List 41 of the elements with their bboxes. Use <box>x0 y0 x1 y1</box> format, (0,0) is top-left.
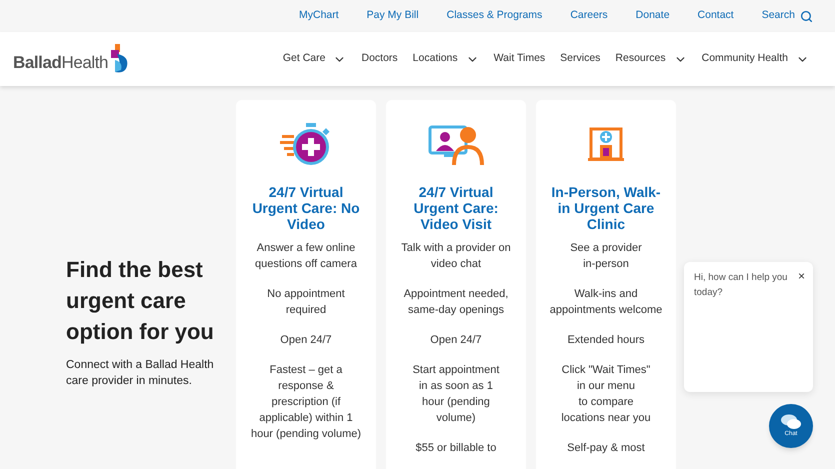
nav-menu-item[interactable]: Get Care <box>282 51 346 67</box>
chat-message: Hi, how can I help you today? <box>694 271 788 300</box>
card-title: In-Person, Walk- in Urgent Care Clinic <box>551 184 661 232</box>
card-detail-text: Open 24/7 <box>430 333 482 348</box>
ballad-health-logo[interactable]: BalladHealth <box>13 44 130 74</box>
utility-link[interactable]: Donate <box>636 8 670 24</box>
card-detail-text: Walk-ins and appointments welcome <box>550 287 662 318</box>
nav-menu-item[interactable]: Community Health <box>702 51 809 67</box>
hero-subtext: Connect with a Ballad Health care provider in minutes. <box>66 358 215 389</box>
card-detail-text: Answer a few online questions off camera <box>255 241 357 272</box>
card-detail-text: Self-pay & most <box>567 441 645 456</box>
utility-link[interactable]: Pay My Bill <box>366 8 419 24</box>
nav-menu-item[interactable]: Services <box>560 51 600 67</box>
card-title: 24/7 Virtual Urgent Care: No Video <box>252 184 360 232</box>
nav-menu-item[interactable]: Locations <box>412 51 479 67</box>
close-button[interactable]: × <box>798 270 805 282</box>
card-detail-text: Fastest – get a response & prescription (if applicable) within 1 hour (pending volume) <box>250 363 362 442</box>
card-detail-text: Open 24/7 <box>280 333 332 348</box>
card-detail-text: Talk with a provider on video chat <box>401 241 511 272</box>
search-link[interactable]: Search <box>762 8 813 24</box>
card-detail-text: Click "Wait Times" in our menu to compare locations near you <box>561 363 651 426</box>
utility-link[interactable]: Contact <box>698 8 734 24</box>
nav-menu-item[interactable]: Doctors <box>361 51 398 67</box>
logo-text: BalladHealth <box>13 54 108 71</box>
chat-bubbles-icon <box>780 414 802 430</box>
utility-link[interactable]: MyChart <box>298 8 339 24</box>
hero-heading: Find the best urgent care option for you <box>66 256 215 346</box>
utility-link[interactable]: Classes & Programs <box>446 8 542 24</box>
video-call-icon <box>428 123 484 167</box>
nav-menu-item[interactable]: Wait Times <box>494 51 546 67</box>
utility-link[interactable]: Careers <box>570 8 608 24</box>
card-detail-text: Appointment needed, same-day openings <box>404 287 508 318</box>
card-detail-text: Start appointment in as soon as 1 hour (pending volume) <box>412 363 500 426</box>
nav-menu-item[interactable]: Resources <box>615 51 687 67</box>
card-title: 24/7 Virtual Urgent Care: Video Visit <box>414 184 498 232</box>
logo-mark-icon <box>109 44 130 74</box>
card-detail-text: No appointment required <box>267 287 345 318</box>
card-detail-text: Extended hours <box>567 333 645 348</box>
card-detail-text: See a provider in-person <box>570 241 642 272</box>
search-icon <box>800 10 813 22</box>
card-detail-text: $55 or billable to <box>416 441 496 456</box>
